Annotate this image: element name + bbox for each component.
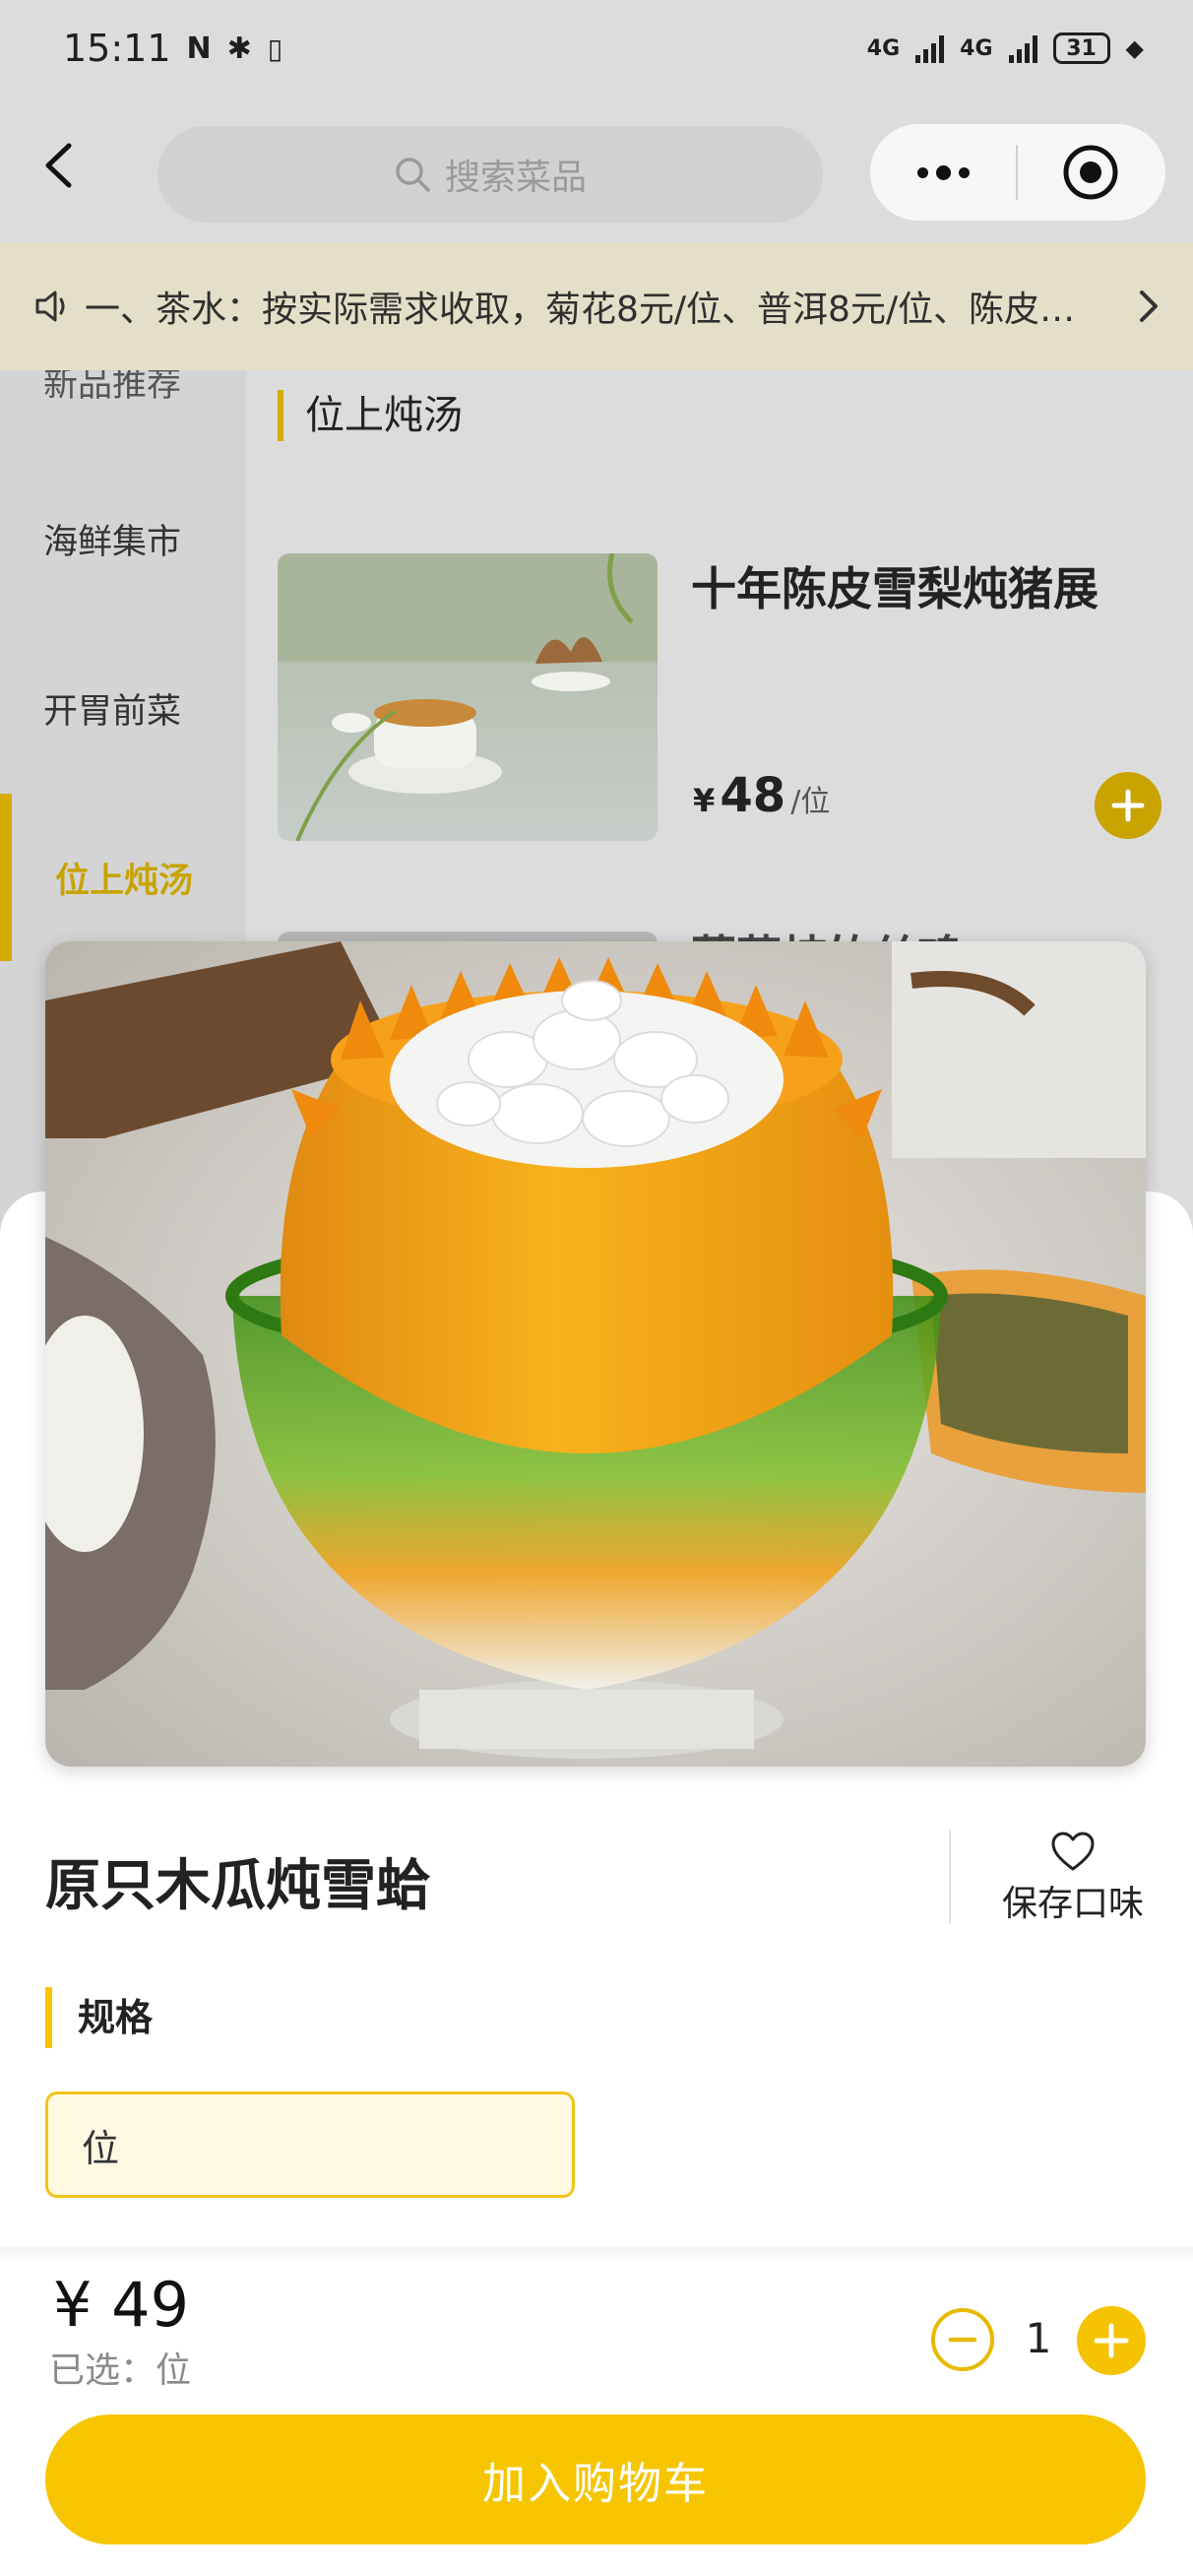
spec-section-title: 规格 xyxy=(45,1987,153,2048)
price-unit: /位 xyxy=(790,785,831,819)
search-placeholder: 搜索菜品 xyxy=(444,158,587,198)
chevron-right-icon xyxy=(1140,290,1158,322)
minus-icon xyxy=(948,2337,977,2343)
signal-icon-2 xyxy=(1008,33,1037,63)
price-value: 48 xyxy=(720,768,786,823)
battery-icon: 31 xyxy=(1052,32,1110,64)
dish-price: ¥ 48 /位 xyxy=(693,768,830,823)
spec-option-selected[interactable]: 位 xyxy=(45,2092,575,2198)
search-input[interactable]: 搜索菜品 xyxy=(157,126,823,223)
quantity-value: 1 xyxy=(1025,2314,1052,2362)
nfc-icon: N xyxy=(186,31,212,66)
speaker-icon xyxy=(35,290,65,322)
increase-quantity-button[interactable] xyxy=(1077,2306,1146,2375)
save-taste-label: 保存口味 xyxy=(1001,1884,1144,1924)
leaf-icon: ◆ xyxy=(1125,34,1144,62)
soup-bowl-illustration xyxy=(278,553,658,841)
more-dot xyxy=(958,166,970,178)
target-icon xyxy=(1063,145,1118,200)
notice-bar[interactable]: 一、茶水：按实际需求收取，菊花8元/位、普洱8元/位、陈皮… xyxy=(0,242,1193,370)
signal-icon xyxy=(915,33,945,63)
plus-icon xyxy=(1094,2323,1129,2358)
total-price: ¥ 49 xyxy=(53,2269,190,2341)
nav-bar: 搜索菜品 xyxy=(0,97,1193,242)
network-label-1: 4G xyxy=(866,35,901,61)
network-label-2: 4G xyxy=(960,35,993,61)
back-button[interactable] xyxy=(33,136,83,195)
search-icon xyxy=(396,158,430,192)
mini-program-capsule xyxy=(870,124,1165,221)
currency-symbol: ¥ xyxy=(693,782,716,819)
decrease-quantity-button[interactable] xyxy=(931,2308,994,2371)
dish-name: 十年陈皮雪梨炖猪展 xyxy=(691,562,1099,615)
category-item-soup[interactable]: 位上炖汤 xyxy=(55,853,193,903)
save-taste-button[interactable]: 保存口味 xyxy=(984,1830,1162,1928)
selected-spec-text: 已选：位 xyxy=(49,2351,192,2391)
close-mini-program-button[interactable] xyxy=(1018,124,1163,221)
status-bar: 15:11 N ✱ ▯ 4G 4G 31 ◆ xyxy=(0,0,1193,97)
dish-image[interactable] xyxy=(278,553,658,841)
status-time: 15:11 xyxy=(63,27,171,70)
more-dot xyxy=(916,166,928,178)
category-item-new[interactable]: 新品推荐 xyxy=(43,370,181,407)
section-title: 位上炖汤 xyxy=(278,390,463,441)
sheet-divider xyxy=(0,2247,1193,2261)
heart-icon xyxy=(1051,1832,1095,1871)
add-to-cart-button[interactable]: 加入购物车 xyxy=(45,2415,1146,2544)
papaya-dessert-illustration xyxy=(45,941,1146,1767)
plus-icon xyxy=(1111,789,1145,822)
add-dish-button[interactable] xyxy=(1095,772,1162,839)
product-name: 原只木瓜炖雪蛤 xyxy=(45,1854,431,1918)
chevron-left-icon xyxy=(45,143,72,188)
bluetooth-icon: ✱ xyxy=(226,31,252,66)
active-indicator xyxy=(0,794,12,961)
product-photo xyxy=(45,941,1146,1767)
category-item-appetizer[interactable]: 开胃前菜 xyxy=(43,683,181,734)
category-item-seafood[interactable]: 海鲜集市 xyxy=(43,514,181,564)
vibrate-icon: ▯ xyxy=(267,32,283,65)
more-dot xyxy=(935,164,951,180)
title-divider xyxy=(949,1830,951,1924)
more-button[interactable] xyxy=(870,124,1016,221)
notice-text: 一、茶水：按实际需求收取，菊花8元/位、普洱8元/位、陈皮… xyxy=(85,290,1076,330)
